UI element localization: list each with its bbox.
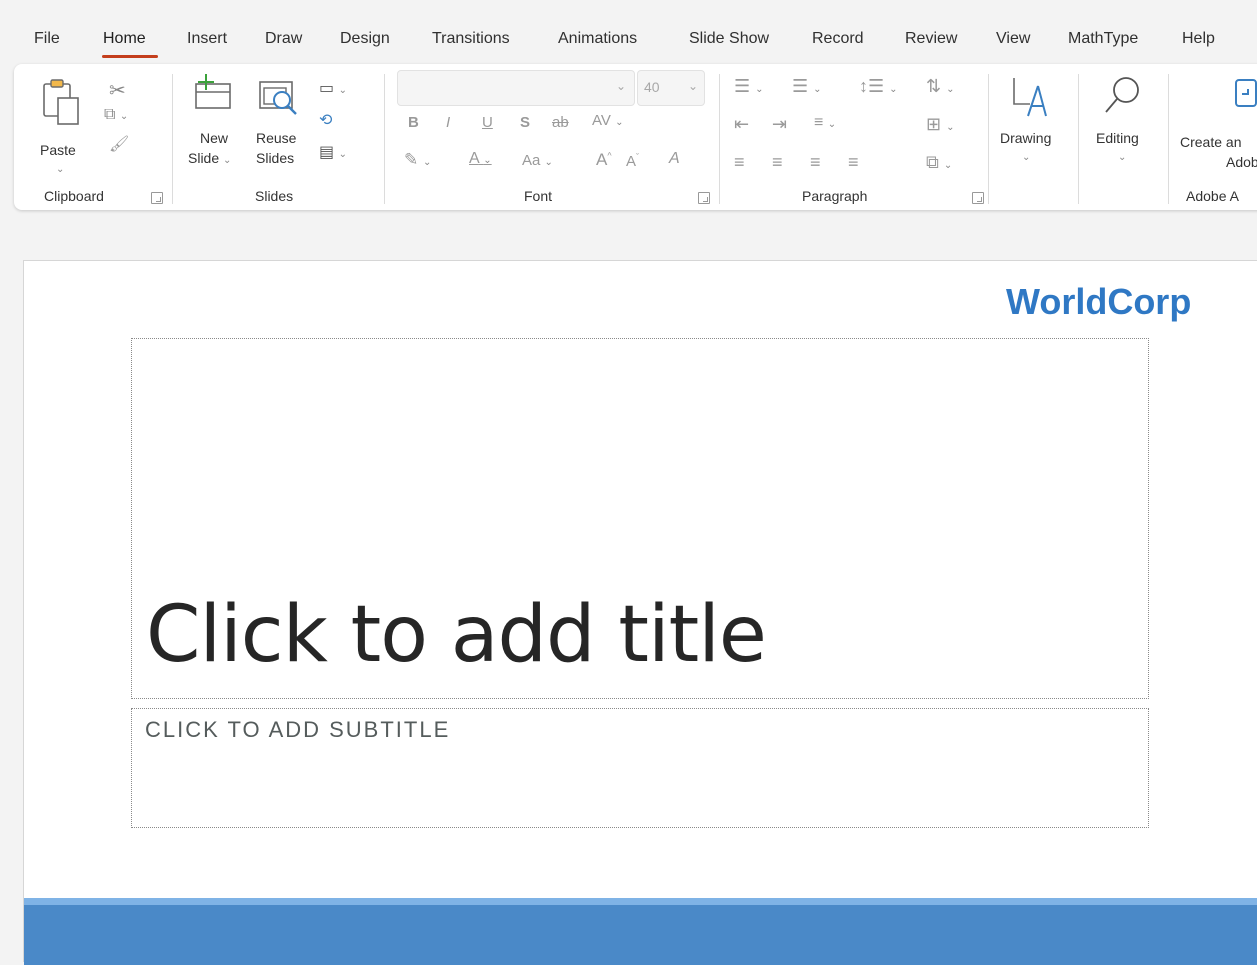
footer-bar — [24, 905, 1257, 965]
divider — [1078, 74, 1079, 204]
reuse-slides-label-1: Reuse — [256, 130, 297, 146]
reuse-slides-button[interactable]: Reuse Slides — [252, 74, 310, 174]
adobe-pdf-icon — [1235, 79, 1257, 107]
title-placeholder-text: Click to add title — [146, 590, 767, 680]
font-name-select[interactable]: ⌄ — [397, 70, 635, 106]
font-color-button[interactable]: A ⌄ — [469, 150, 492, 168]
decrease-indent-icon[interactable]: ⇤ — [734, 114, 749, 135]
slides-group-label: Slides — [255, 188, 294, 204]
tab-design[interactable]: Design — [340, 30, 390, 48]
columns-icon[interactable]: ≡ ⌄ — [814, 114, 836, 132]
new-slide-button[interactable]: New Slide ⌄ — [186, 74, 244, 174]
divider — [1168, 74, 1169, 204]
chevron-down-icon: ⌄ — [1118, 152, 1127, 163]
bullets-icon[interactable]: ☰ ⌄ — [734, 76, 764, 97]
paste-label: Paste — [40, 142, 76, 158]
adobe-label-2: Adobe — [1226, 154, 1257, 170]
tab-animations[interactable]: Animations — [558, 30, 637, 48]
align-text-icon[interactable]: ⊞ ⌄ — [926, 114, 954, 135]
bold-button[interactable]: B — [408, 114, 419, 131]
adobe-group-label: Adobe A — [1186, 188, 1239, 204]
tab-insert[interactable]: Insert — [187, 30, 227, 48]
paste-button[interactable]: Paste ⌄ — [36, 76, 88, 176]
tab-file[interactable]: File — [34, 30, 60, 48]
reuse-slides-icon — [259, 81, 297, 115]
slide-canvas[interactable]: WorldCorp Click to add title CLICK TO AD… — [23, 260, 1257, 965]
layout-icon[interactable]: ▭ ⌄ — [319, 78, 347, 98]
new-slide-icon — [195, 74, 231, 109]
underline-button[interactable]: U — [482, 114, 493, 131]
chevron-down-icon: ⌄ — [56, 164, 65, 175]
clear-formatting-button[interactable]: A — [669, 150, 680, 168]
drawing-button[interactable]: Drawing ⌄ — [998, 70, 1058, 174]
paragraph-group-label: Paragraph — [802, 188, 868, 204]
chevron-down-icon: ⌄ — [1022, 152, 1031, 163]
paste-icon — [43, 79, 79, 125]
font-launcher-icon[interactable] — [698, 192, 710, 204]
numbering-icon[interactable]: ☰ ⌄ — [792, 76, 822, 97]
font-size-select[interactable]: 40 ⌄ — [637, 70, 705, 106]
justify-icon[interactable]: ≡ — [848, 152, 859, 173]
cut-icon[interactable]: ✂ — [109, 78, 126, 103]
tab-slide-show[interactable]: Slide Show — [689, 30, 769, 48]
chevron-down-icon: ⌄ — [615, 79, 626, 93]
smartart-icon[interactable]: ⧉ ⌄ — [926, 152, 952, 173]
highlight-icon[interactable]: ✎ ⌄ — [404, 150, 431, 170]
editing-button[interactable]: Editing ⌄ — [1088, 70, 1154, 174]
section-icon[interactable]: ▤ ⌄ — [319, 142, 347, 162]
divider — [172, 74, 173, 204]
ribbon-tabs: File Home Insert Draw Design Transitions… — [0, 0, 1257, 62]
format-painter-icon[interactable]: 🖌 — [109, 134, 129, 154]
line-spacing-icon[interactable]: ↕☰ ⌄ — [859, 76, 898, 97]
footer-accent-line — [24, 898, 1257, 905]
divider — [988, 74, 989, 204]
search-icon — [1105, 77, 1139, 113]
ribbon-home: Paste ⌄ ✂ ⧉ ⌄ 🖌 Clipboard New Slide ⌄ Re… — [14, 64, 1257, 210]
italic-button[interactable]: I — [446, 114, 450, 131]
strikethrough-button[interactable]: ab — [552, 114, 569, 131]
divider — [384, 74, 385, 204]
text-direction-icon[interactable]: ⇅ ⌄ — [926, 76, 954, 97]
drawing-icon — [1013, 78, 1047, 117]
tab-help[interactable]: Help — [1182, 30, 1215, 48]
copy-icon[interactable]: ⧉ ⌄ — [104, 106, 128, 124]
adobe-label-1: Create an — [1180, 134, 1242, 150]
align-right-icon[interactable]: ≡ — [810, 152, 821, 173]
tab-review[interactable]: Review — [905, 30, 957, 48]
create-adobe-pdf-button[interactable]: Create an Adobe — [1174, 70, 1257, 174]
title-placeholder[interactable]: Click to add title — [131, 338, 1149, 699]
font-size-value: 40 — [644, 79, 660, 95]
clipboard-launcher-icon[interactable] — [151, 192, 163, 204]
character-spacing-button[interactable]: AV ⌄ — [592, 112, 623, 129]
tab-view[interactable]: View — [996, 30, 1030, 48]
grow-font-button[interactable]: A^ — [596, 150, 612, 170]
paragraph-launcher-icon[interactable] — [972, 192, 984, 204]
tab-mathtype[interactable]: MathType — [1068, 30, 1138, 48]
tab-transitions[interactable]: Transitions — [432, 30, 510, 48]
divider — [719, 74, 720, 204]
reuse-slides-label-2: Slides — [256, 150, 295, 166]
active-tab-indicator — [102, 55, 158, 58]
align-center-icon[interactable]: ≡ — [772, 152, 783, 173]
tab-record[interactable]: Record — [812, 30, 864, 48]
subtitle-placeholder[interactable]: CLICK TO ADD SUBTITLE — [131, 708, 1149, 828]
tab-draw[interactable]: Draw — [265, 30, 302, 48]
tab-home[interactable]: Home — [103, 30, 146, 48]
shrink-font-button[interactable]: Aˇ — [626, 152, 639, 170]
new-slide-label-2: Slide ⌄ — [188, 150, 232, 166]
increase-indent-icon[interactable]: ⇥ — [772, 114, 787, 135]
company-logo: WorldCorp — [1006, 281, 1192, 322]
font-group-label: Font — [524, 188, 553, 204]
drawing-label: Drawing — [1000, 130, 1052, 146]
reset-icon[interactable]: ⟲ — [319, 110, 332, 130]
editing-label: Editing — [1096, 130, 1139, 146]
shadow-button[interactable]: S — [520, 114, 530, 131]
align-left-icon[interactable]: ≡ — [734, 152, 745, 173]
clipboard-group-label: Clipboard — [44, 188, 104, 204]
chevron-down-icon: ⌄ — [687, 79, 698, 93]
subtitle-placeholder-text: CLICK TO ADD SUBTITLE — [145, 717, 451, 742]
change-case-button[interactable]: Aa ⌄ — [522, 152, 553, 169]
new-slide-label-1: New — [200, 130, 229, 146]
